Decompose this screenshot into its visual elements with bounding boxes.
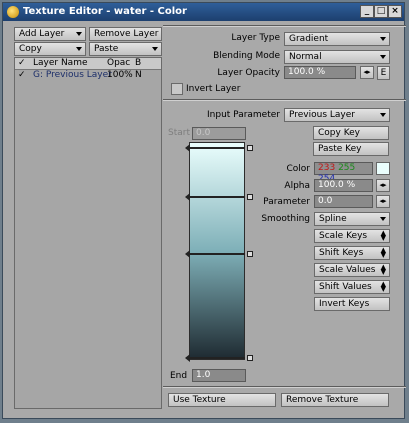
title-bar[interactable]: Texture Editor - water - Color _ □ × [3, 3, 404, 21]
key-delete-icon[interactable] [247, 145, 253, 151]
envelope-button[interactable]: E [377, 66, 390, 80]
key-delete-icon[interactable] [247, 251, 253, 257]
paste-label: Paste [94, 44, 119, 54]
chevron-down-icon [380, 37, 386, 41]
layer-opacity-label: Layer Opacity [217, 68, 280, 78]
layer-list-header: ✓ Layer Name Opac B [15, 58, 161, 70]
maximize-button[interactable]: □ [374, 5, 388, 18]
parameter-field[interactable]: 0.0 [314, 195, 373, 208]
remove-texture-button[interactable]: Remove Texture [281, 393, 389, 407]
chevron-down-icon [380, 217, 386, 221]
chevron-down-icon [76, 47, 82, 51]
blend-column-header[interactable]: B [135, 58, 141, 69]
key-pointer-icon[interactable] [185, 193, 190, 201]
copy-key-button[interactable]: Copy Key [313, 126, 389, 140]
shift-values-control[interactable]: Shift Values ▲ ▼ [314, 280, 390, 294]
scale-keys-control[interactable]: Scale Keys ▲ ▼ [314, 229, 390, 243]
key-delete-icon[interactable] [247, 194, 253, 200]
updown-arrows-icon: ▲ ▼ [380, 246, 386, 259]
input-parameter-value: Previous Layer [289, 110, 355, 120]
chevron-down-icon [380, 113, 386, 117]
shift-keys-label: Shift Keys [319, 248, 364, 258]
layer-enabled-check[interactable]: ✓ [18, 70, 26, 81]
layer-row[interactable]: ✓ G: Previous Layer 100% N [15, 70, 161, 81]
updown-arrows-icon: ▲ ▼ [380, 229, 386, 242]
alpha-label: Alpha [284, 181, 310, 191]
minimize-button[interactable]: _ [360, 5, 374, 18]
layer-opacity-field[interactable]: 100.0 % [284, 66, 356, 79]
layer-blend: N [135, 70, 142, 80]
key-pointer-icon[interactable] [185, 354, 190, 362]
key-delete-icon[interactable] [247, 355, 253, 361]
layer-name: G: Previous Layer [33, 70, 112, 80]
shift-keys-control[interactable]: Shift Keys ▲ ▼ [314, 246, 390, 260]
layer-opacity: 100% [107, 70, 133, 80]
divider [163, 99, 406, 101]
layer-name-column-header[interactable]: Layer Name [33, 58, 88, 69]
opacity-arrows-icon[interactable]: ◂▸ [360, 66, 374, 79]
end-label: End [170, 371, 188, 381]
use-texture-button[interactable]: Use Texture [168, 393, 276, 407]
invert-layer-label: Invert Layer [186, 84, 241, 94]
color-green-value: 255 [338, 163, 356, 173]
gradient-key-line [189, 147, 245, 149]
app-icon [7, 6, 19, 18]
gradient-key-line [189, 196, 245, 198]
updown-arrows-icon: ▲ ▼ [380, 280, 386, 293]
parameter-arrows-icon[interactable]: ◂▸ [376, 195, 390, 208]
color-swatch[interactable] [376, 162, 390, 175]
smoothing-label: Smoothing [261, 214, 310, 224]
add-layer-dropdown[interactable]: Add Layer [14, 27, 86, 41]
copy-label: Copy [19, 44, 42, 54]
chevron-down-icon [76, 32, 82, 36]
layer-type-value: Gradient [289, 34, 329, 44]
start-label: Start [168, 128, 190, 138]
paste-key-button[interactable]: Paste Key [313, 142, 389, 156]
window-title: Texture Editor - water - Color [23, 6, 187, 17]
color-label: Color [286, 164, 311, 174]
alpha-arrows-icon[interactable]: ◂▸ [376, 179, 390, 192]
blending-mode-value: Normal [289, 52, 322, 62]
key-pointer-icon[interactable] [185, 250, 190, 258]
chevron-down-icon [152, 47, 158, 51]
blending-mode-dropdown[interactable]: Normal [284, 50, 390, 64]
smoothing-value: Spline [319, 214, 347, 224]
scale-keys-label: Scale Keys [319, 231, 368, 241]
start-field: 0.0 [192, 127, 246, 140]
smoothing-dropdown[interactable]: Spline [314, 212, 390, 226]
parameter-label: Parameter [263, 197, 310, 207]
layer-type-label: Layer Type [231, 33, 280, 43]
shift-values-label: Shift Values [319, 282, 372, 292]
blending-mode-label: Blending Mode [213, 51, 280, 61]
paste-dropdown[interactable]: Paste [89, 42, 162, 56]
layer-type-dropdown[interactable]: Gradient [284, 32, 390, 46]
opacity-column-header[interactable]: Opac [107, 58, 130, 69]
check-column-header: ✓ [18, 58, 26, 68]
gradient-bar[interactable] [189, 142, 245, 360]
gradient-key-line [189, 253, 245, 255]
color-field[interactable]: 233 255 254 [314, 162, 373, 184]
remove-layer-button[interactable]: Remove Layer [89, 27, 162, 41]
key-pointer-icon[interactable] [185, 144, 190, 152]
alpha-field[interactable]: 100.0 % [314, 179, 373, 192]
invert-keys-button[interactable]: Invert Keys [314, 297, 390, 311]
end-field[interactable]: 1.0 [192, 369, 246, 382]
close-button[interactable]: × [388, 5, 402, 18]
add-layer-label: Add Layer [19, 29, 65, 39]
layer-list[interactable]: ✓ Layer Name Opac B ✓ G: Previous Layer … [14, 57, 162, 409]
chevron-down-icon [380, 55, 386, 59]
divider [163, 386, 406, 388]
invert-layer-checkbox[interactable] [171, 83, 183, 95]
divider [163, 25, 406, 27]
scale-values-control[interactable]: Scale Values ▲ ▼ [314, 263, 390, 277]
input-parameter-dropdown[interactable]: Previous Layer [284, 108, 390, 122]
copy-dropdown[interactable]: Copy [14, 42, 86, 56]
updown-arrows-icon: ▲ ▼ [380, 263, 386, 276]
gradient-key-line [189, 357, 245, 359]
color-red-value: 233 [318, 163, 336, 173]
input-parameter-label: Input Parameter [207, 110, 280, 120]
scale-values-label: Scale Values [319, 265, 376, 275]
